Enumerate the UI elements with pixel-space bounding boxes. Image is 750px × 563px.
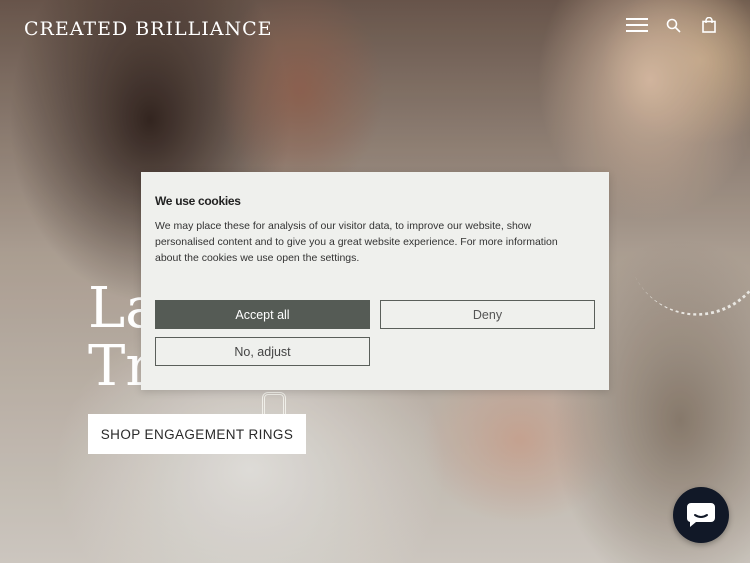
shop-engagement-rings-button[interactable]: SHOP ENGAGEMENT RINGS bbox=[88, 414, 306, 454]
cookie-description: We may place these for analysis of our v… bbox=[155, 220, 558, 264]
cookie-consent-dialog: We use cookies We may place these for an… bbox=[141, 172, 609, 390]
search-icon[interactable] bbox=[662, 14, 684, 36]
accept-all-button[interactable]: Accept all bbox=[155, 300, 370, 329]
bag-icon[interactable] bbox=[698, 14, 720, 36]
deny-button[interactable]: Deny bbox=[380, 300, 595, 329]
cookie-title: We use cookies bbox=[155, 194, 241, 208]
chat-button[interactable] bbox=[673, 487, 729, 543]
menu-icon[interactable] bbox=[626, 14, 648, 36]
site-logo[interactable]: CREATED BRILLIANCE bbox=[24, 18, 272, 40]
page: CREATED BRILLIANCE La Tr SHOP ENGAGEMENT… bbox=[0, 0, 750, 563]
adjust-button[interactable]: No, adjust bbox=[155, 337, 370, 366]
header-icons bbox=[626, 14, 720, 36]
chat-icon bbox=[686, 503, 715, 527]
